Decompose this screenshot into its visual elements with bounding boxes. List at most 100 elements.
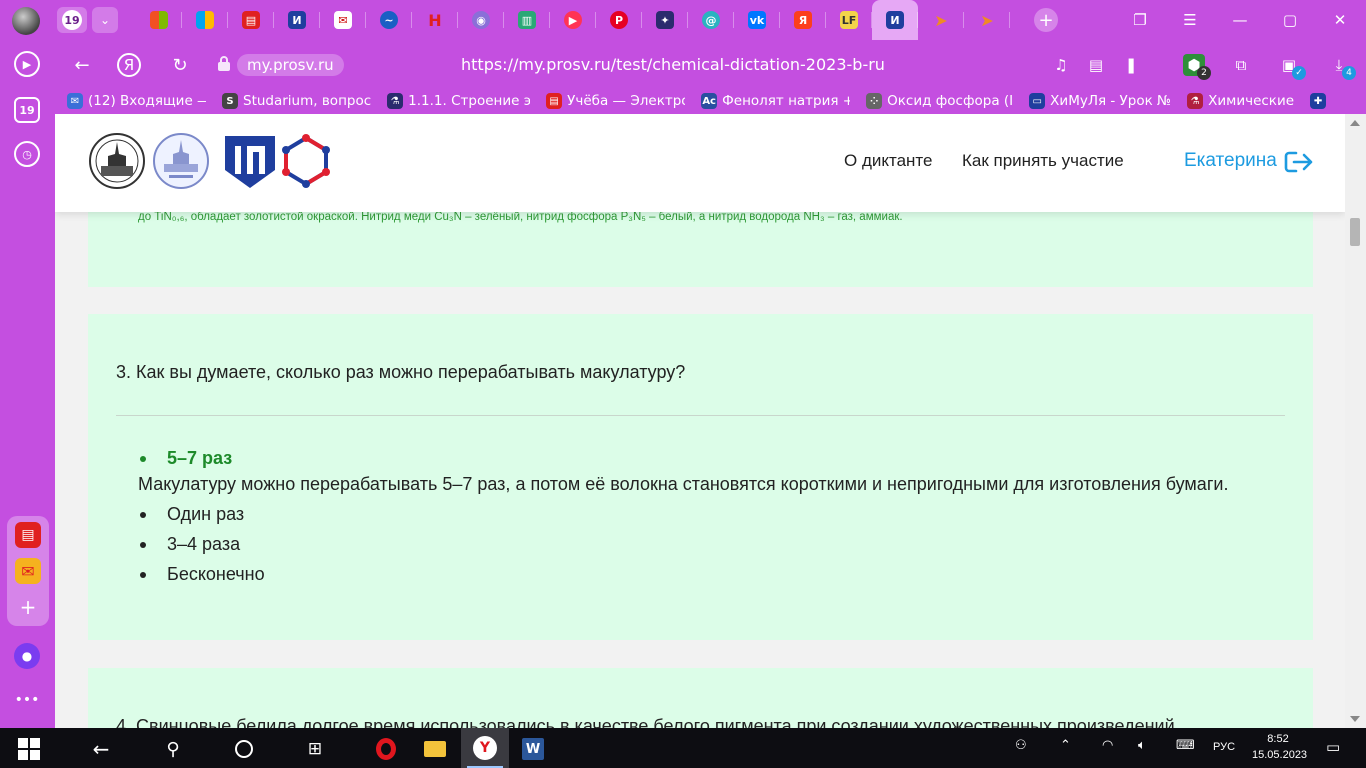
back-arrow-icon[interactable]: ← [88, 736, 114, 762]
logout-icon[interactable] [1284, 150, 1314, 174]
extension-icon[interactable]: ⬢ 2 [1183, 54, 1211, 80]
bookmark-item[interactable]: Ac Фенолят натрия + [701, 90, 850, 112]
mail-app-icon[interactable]: ✉ [15, 558, 41, 584]
nav-how-to-link[interactable]: Как принять участие [962, 151, 1124, 171]
download-icon[interactable]: ⤓ 4 [1328, 54, 1356, 80]
studarium-icon: S [222, 93, 238, 109]
tab-prosv[interactable]: И [274, 0, 320, 40]
keyboard-icon[interactable]: ⌨ [1176, 738, 1195, 753]
tab-vk[interactable]: vk [734, 0, 780, 40]
pinterest-icon: P [610, 11, 628, 29]
minimize-icon[interactable]: — [1228, 8, 1252, 32]
language-indicator[interactable]: РУС [1213, 741, 1235, 753]
tab-doc[interactable]: ▤ [228, 0, 274, 40]
molecule-logo-icon[interactable] [277, 132, 335, 190]
tab-lf[interactable]: LF [826, 0, 872, 40]
task-view-icon[interactable]: ⊞ [302, 736, 328, 762]
volume-icon[interactable]: 🔈︎ [1138, 738, 1146, 753]
tray-chevron-icon[interactable]: ⌃ [1060, 738, 1071, 753]
tab-microsoft[interactable] [136, 0, 182, 40]
windows-start-icon[interactable] [16, 736, 42, 762]
tab-pinterest[interactable]: P [596, 0, 642, 40]
address-field[interactable]: my.prosv.ru https://my.prosv.ru/test/che… [213, 49, 1343, 79]
play-icon[interactable]: ▶ [14, 51, 40, 77]
check-badge-icon: ✓ [1292, 66, 1306, 80]
tab-send-2[interactable]: ➤ [964, 0, 1010, 40]
bookmark-item[interactable]: S Studarium, вопрос [222, 90, 371, 112]
sidebar-apps-panel: ▤ ✉ + [7, 516, 49, 626]
chemistry-faculty-logo-icon[interactable] [152, 132, 210, 190]
bookmark-item[interactable]: ⚗ 1.1.1. Строение эл [387, 90, 530, 112]
collections-icon[interactable]: ⧉ [1230, 54, 1252, 76]
tab-yandex[interactable]: Я [780, 0, 826, 40]
yandex-logo-icon[interactable]: Я [117, 53, 141, 77]
user-name-link[interactable]: Екатерина [1184, 150, 1277, 172]
tab-owl[interactable]: ◉ [458, 0, 504, 40]
opera-icon[interactable] [373, 736, 399, 762]
reader-icon[interactable]: ▤ [1085, 54, 1107, 76]
answer-list: 5–7 раз Макулатуру можно перерабатывать … [138, 446, 1228, 592]
scroll-thumb[interactable] [1350, 218, 1360, 246]
bookmark-item[interactable]: ▭ ХиМуЛя - Урок № [1029, 90, 1171, 112]
chevron-down-icon[interactable]: ⌄ [92, 7, 118, 33]
tab-mail[interactable]: ✉ [320, 0, 366, 40]
file-explorer-icon[interactable] [422, 736, 448, 762]
tab-ball[interactable]: ~ [366, 0, 412, 40]
restore-icon[interactable]: ▢ [1278, 8, 1302, 32]
screenshot-icon[interactable]: ▣ ✓ [1278, 54, 1306, 80]
cortana-icon[interactable] [231, 736, 257, 762]
bookmark-label: Учёба — Электрон [567, 93, 685, 109]
beaker-icon: ⚗ [1187, 93, 1204, 109]
bookmark-item[interactable]: ✉ (12) Входящие — [67, 90, 206, 112]
word-icon[interactable]: W [520, 736, 546, 762]
add-app-icon[interactable]: + [15, 594, 41, 620]
system-clock[interactable]: 8:52 15.05.2023 [1252, 731, 1307, 763]
more-dots-icon[interactable]: ••• [14, 687, 40, 713]
wifi-icon[interactable]: ◠ [1102, 738, 1113, 753]
scroll-down-icon[interactable] [1350, 716, 1360, 722]
tab-h[interactable]: H [412, 0, 458, 40]
menu-icon[interactable]: ☰ [1178, 8, 1202, 32]
play-icon: ▶ [564, 11, 582, 29]
tab-counter-icon[interactable]: 19 [14, 97, 40, 123]
reload-icon[interactable]: ↻ [167, 52, 193, 78]
bookmark-item[interactable]: ▤Учёба — Электрон [546, 90, 685, 112]
tab-swirl[interactable]: @ [688, 0, 734, 40]
search-icon[interactable]: ⚲ [160, 736, 186, 762]
scroll-up-icon[interactable] [1350, 120, 1360, 126]
headphones-icon[interactable]: ♫ [1050, 54, 1072, 76]
nav-about-link[interactable]: О диктанте [844, 151, 932, 171]
lock-icon [218, 56, 230, 71]
new-tab-button[interactable]: + [1034, 8, 1058, 32]
tabs-overview-icon[interactable]: ❐ [1128, 8, 1152, 32]
url-text[interactable]: https://my.prosv.ru/test/chemical-dictat… [461, 54, 885, 76]
bookmark-icon[interactable]: ❚ [1120, 54, 1142, 76]
tab-send[interactable]: ➤ [918, 0, 964, 40]
notes-app-icon[interactable]: ▤ [15, 522, 41, 548]
history-clock-icon[interactable]: ◷ [14, 141, 40, 167]
notifications-icon[interactable]: ▭ [1326, 738, 1340, 756]
bird-icon: ✦ [656, 11, 674, 29]
prosveshchenie-logo-icon[interactable] [221, 132, 279, 190]
bookmark-item[interactable]: ⁘ Оксид фосфора (I [866, 90, 1013, 112]
profile-avatar[interactable] [12, 7, 40, 35]
bookmark-item[interactable]: ✚ [1310, 90, 1331, 112]
msu-logo-icon[interactable] [88, 132, 146, 190]
back-icon[interactable]: ← [69, 52, 95, 78]
flask-icon: ⚗ [387, 93, 404, 109]
page-scrollbar[interactable] [1345, 114, 1366, 728]
tab-microsoft-2[interactable] [182, 0, 228, 40]
tab-book[interactable]: ▥ [504, 0, 550, 40]
tab-active-prosv[interactable]: И [872, 0, 918, 40]
tab-video[interactable]: ▶ [550, 0, 596, 40]
question-3-title: 3. Как вы думаете, сколько раз можно пер… [116, 362, 686, 382]
yandex-browser-taskbar-icon[interactable]: Y [461, 728, 509, 768]
tab-bird[interactable]: ✦ [642, 0, 688, 40]
address-bar-row: ← Я ↻ my.prosv.ru https://my.prosv.ru/te… [55, 42, 1366, 86]
url-domain[interactable]: my.prosv.ru [237, 54, 344, 76]
close-icon[interactable]: ✕ [1328, 8, 1352, 32]
tab-count-button[interactable]: 19 [57, 7, 87, 33]
alice-assistant-icon[interactable]: ● [14, 643, 40, 669]
bookmark-item[interactable]: ⚗ Химические [1187, 90, 1294, 112]
people-icon[interactable]: ⚇ [1015, 738, 1027, 753]
